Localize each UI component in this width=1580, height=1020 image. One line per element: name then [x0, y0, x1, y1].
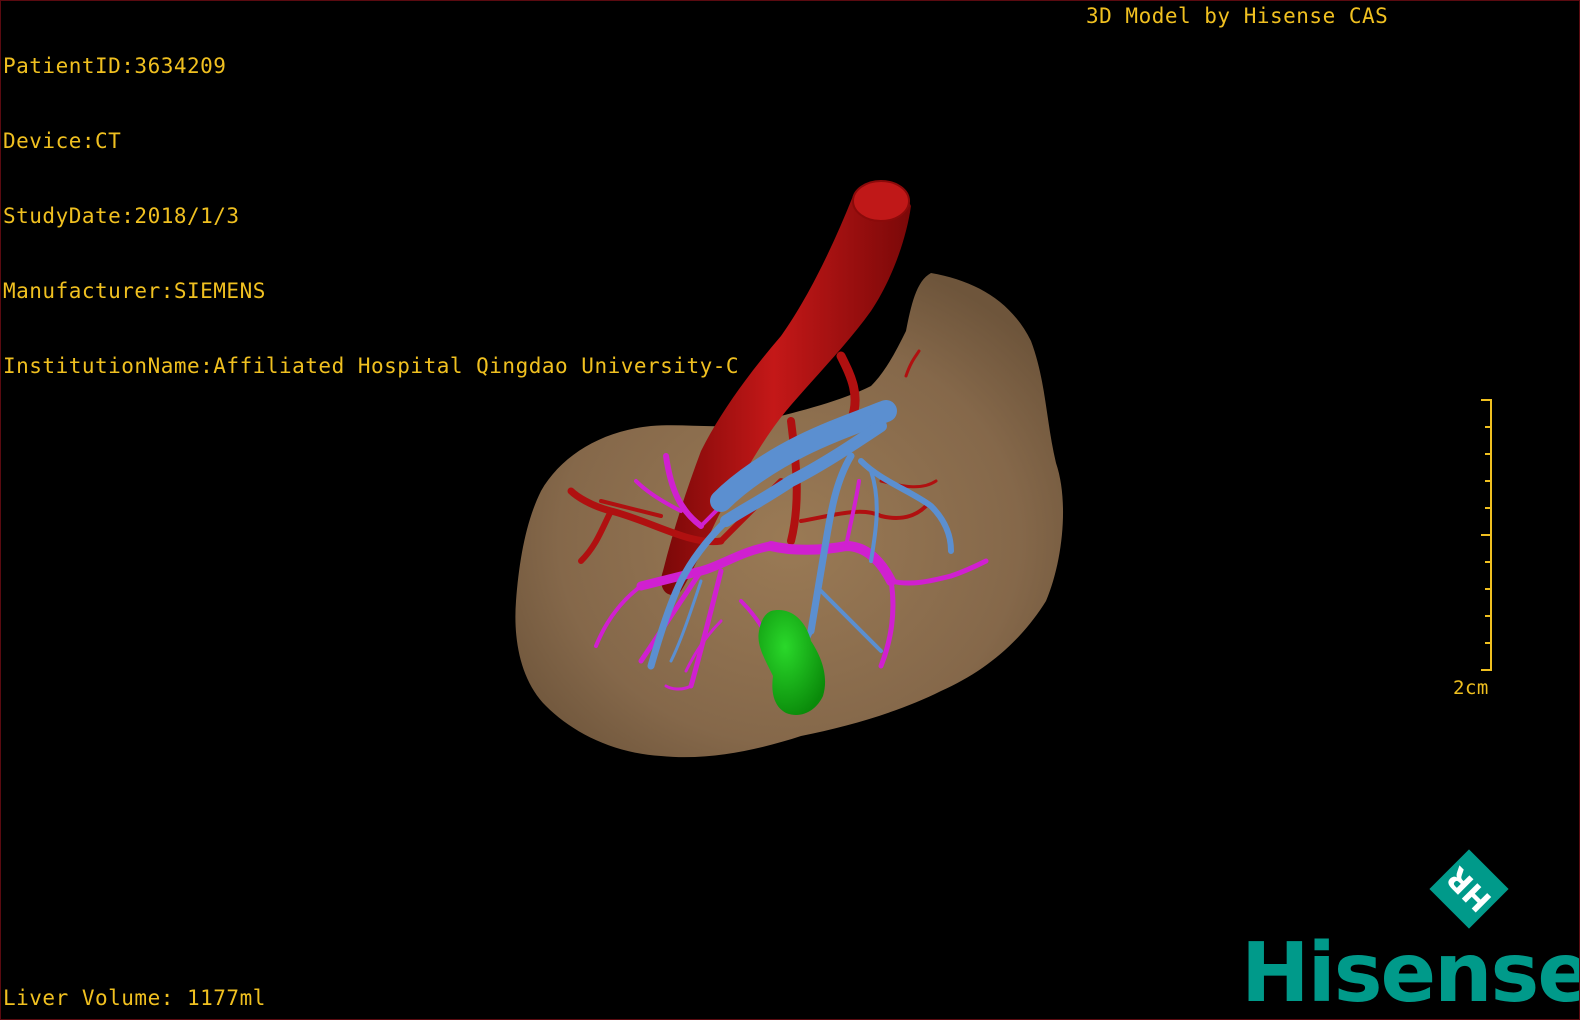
- logo-text: Hisense: [1241, 926, 1580, 1020]
- device: Device:CT: [3, 129, 122, 153]
- scale-bar-icon: [1481, 399, 1492, 671]
- hisense-logo: HR Hisense: [1241, 841, 1579, 1016]
- institution-name: InstitutionName:Affiliated Hospital Qing…: [3, 354, 740, 378]
- vena-cava-opening: [852, 180, 910, 222]
- brand-title: 3D Model by Hisense CAS: [1086, 4, 1389, 28]
- logo-mark-text: HR: [1440, 859, 1499, 918]
- scale-label: 2cm: [1453, 677, 1489, 699]
- liver-volume: Liver Volume: 1177ml: [3, 986, 266, 1010]
- dicom-info-panel: PatientID:3634209 Device:CT StudyDate:20…: [3, 4, 739, 429]
- patient-id: PatientID:3634209: [3, 54, 227, 78]
- study-date: StudyDate:2018/1/3: [3, 204, 240, 228]
- hr-diamond-icon: HR: [1429, 849, 1509, 929]
- manufacturer: Manufacturer:SIEMENS: [3, 279, 266, 303]
- 3d-viewport[interactable]: PatientID:3634209 Device:CT StudyDate:20…: [0, 0, 1580, 1020]
